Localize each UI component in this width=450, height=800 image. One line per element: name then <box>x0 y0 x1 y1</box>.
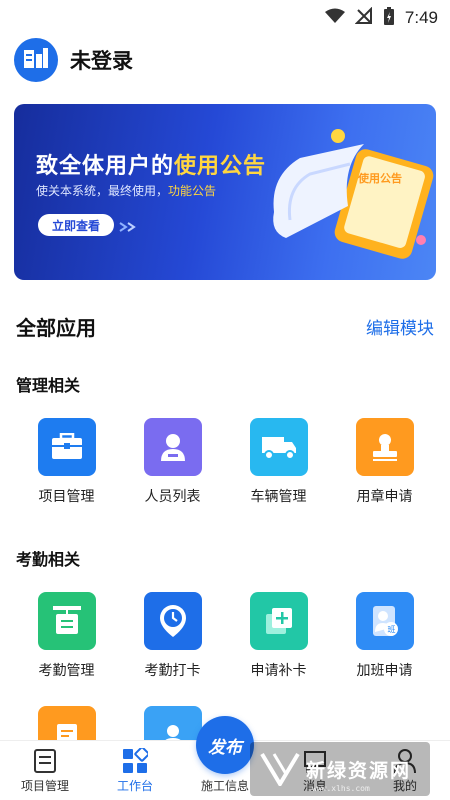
app-label: 申请补卡 <box>250 663 307 679</box>
tab-label: 工作台 <box>116 779 153 793</box>
tab-label: 项目管理 <box>20 779 69 793</box>
banner-view-button[interactable]: 立即查看 <box>38 214 114 236</box>
banner-subtitle-highlight: 功能公告 <box>168 184 217 198</box>
header: 未登录 <box>14 38 133 82</box>
edit-modules-link[interactable]: 编辑模块 <box>366 314 434 339</box>
app-label: 用章申请 <box>356 489 413 505</box>
app-overtime-application[interactable]: 班 加班申请 <box>332 592 437 680</box>
login-status-title[interactable]: 未登录 <box>70 45 133 75</box>
app-label: 加班申请 <box>356 663 413 679</box>
app-label: 考勤管理 <box>38 663 95 679</box>
building-logo-icon <box>23 47 49 73</box>
truck-icon <box>249 418 308 476</box>
tab-workbench[interactable]: 工作台 <box>90 741 180 800</box>
app-label: 考勤打卡 <box>144 663 201 679</box>
grid-icon <box>121 747 149 775</box>
wifi-icon <box>324 8 345 28</box>
app-label: 车辆管理 <box>250 489 307 505</box>
app-label: 项目管理 <box>38 489 95 505</box>
app-seal-application[interactable]: 用章申请 <box>332 418 437 506</box>
app-attendance-clock-in[interactable]: 考勤打卡 <box>120 592 225 680</box>
banner-subtitle: 使关本系统，最终使用，功能公告 <box>36 182 216 199</box>
avatar[interactable] <box>14 38 58 82</box>
group-title-attendance: 考勤相关 <box>16 550 81 569</box>
person-icon <box>143 418 202 476</box>
no-signal-icon <box>354 6 373 29</box>
app-label: 人员列表 <box>144 489 201 505</box>
status-time: 7:49 <box>404 8 438 27</box>
clock-pin-icon <box>143 592 202 650</box>
banner-title: 致全体用户的使用公告 <box>36 148 266 180</box>
watermark-text: 新绿资源网 <box>306 759 412 782</box>
double-arrow-icon <box>118 218 138 237</box>
announcement-banner[interactable]: 致全体用户的使用公告 使关本系统，最终使用，功能公告 立即查看 使用公告 <box>14 104 436 280</box>
app-vehicle-management[interactable]: 车辆管理 <box>226 418 331 506</box>
app-project-management[interactable]: 项目管理 <box>14 418 119 506</box>
group-title-management: 管理相关 <box>16 376 81 395</box>
illustration-text: 使用公告 <box>357 171 402 185</box>
all-apps-title: 全部应用 <box>16 316 96 340</box>
document-list-icon <box>31 747 59 775</box>
stamp-icon <box>355 418 414 476</box>
overtime-icon: 班 <box>355 592 414 650</box>
signboard-icon <box>37 592 96 650</box>
app-attendance-management[interactable]: 考勤管理 <box>14 592 119 680</box>
briefcase-icon <box>37 418 96 476</box>
tab-project-management[interactable]: 项目管理 <box>0 741 90 800</box>
watermark: 新绿资源网 www.xlhs.com <box>250 742 430 796</box>
svg-text:班: 班 <box>387 624 395 634</box>
banner-subtitle-prefix: 使关本系统，最终使用， <box>36 184 169 198</box>
watermark-url: www.xlhs.com <box>312 784 370 793</box>
app-card-reissue[interactable]: 申请补卡 <box>226 592 331 680</box>
add-card-icon <box>249 592 308 650</box>
publish-button[interactable]: 发布 <box>196 716 254 774</box>
battery-charging-icon <box>383 6 395 30</box>
status-bar: 7:49 <box>0 0 450 32</box>
app-staff-list[interactable]: 人员列表 <box>120 418 225 506</box>
watermark-logo-icon <box>260 752 300 790</box>
announcement-illustration-icon: 使用公告 <box>246 104 436 280</box>
banner-title-prefix: 致全体用户的 <box>36 154 175 179</box>
